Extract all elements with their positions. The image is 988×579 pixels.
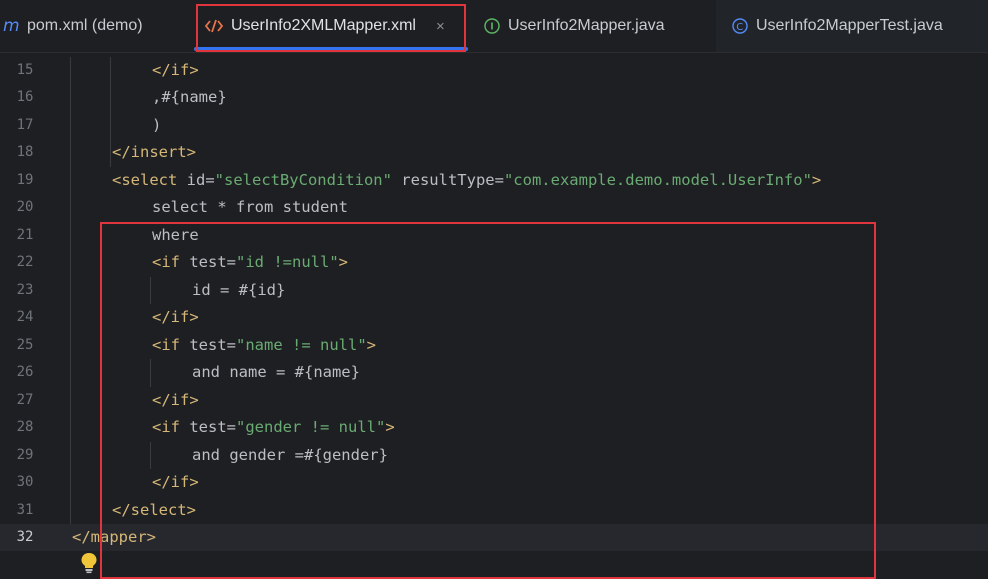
- svg-text:C: C: [736, 22, 743, 33]
- code-line[interactable]: 17): [0, 112, 988, 139]
- code-token: select * from student: [152, 198, 348, 216]
- interface-i-icon: [483, 17, 501, 35]
- code-line[interactable]: 15 </if>: [0, 57, 988, 84]
- line-number: 27: [16, 391, 34, 408]
- line-number: 22: [16, 254, 34, 270]
- tab-label: UserInfo2MapperTest.java: [756, 17, 943, 34]
- tab-userinfo2mappertest-java[interactable]: C UserInfo2MapperTest.java: [731, 0, 943, 52]
- code-text: ,#{name}: [152, 84, 227, 111]
- code-token: "selectByCondition": [214, 170, 392, 189]
- indent-guide: [150, 359, 151, 387]
- tab-pom-xml[interactable]: m pom.xml (demo): [2, 0, 143, 52]
- code-token: </insert>: [112, 143, 196, 161]
- code-token: </if>: [152, 60, 199, 79]
- line-number: 24: [16, 309, 34, 325]
- line-number: 21: [16, 226, 34, 243]
- highlight-box-tab: [196, 4, 466, 52]
- line-number: 31: [16, 501, 34, 518]
- code-token: resultType=: [391, 170, 504, 189]
- code-token: <select: [112, 170, 178, 189]
- tab-label: UserInfo2Mapper.java: [508, 17, 665, 34]
- code-text: <select id="selectByCondition" resultTyp…: [112, 167, 821, 194]
- line-number: 16: [16, 89, 34, 105]
- code-line[interactable]: 19 <select id="selectByCondition" resultT…: [0, 167, 988, 194]
- class-c-icon: C: [731, 17, 749, 35]
- indent-guide: [150, 441, 151, 469]
- code-line[interactable]: 16 ,#{name}: [0, 84, 988, 111]
- code-line[interactable]: 20 select * from student: [0, 194, 988, 221]
- line-number: 19: [16, 171, 34, 188]
- line-number: 32: [16, 529, 34, 545]
- line-number: 17: [16, 116, 34, 133]
- svg-text:m: m: [3, 17, 20, 35]
- indent-guide: [150, 276, 151, 304]
- code-text: </if>: [152, 57, 199, 84]
- line-number: 28: [16, 419, 34, 435]
- code-token: ): [152, 115, 162, 134]
- code-token: "com.example.demo.model.UserInfo": [503, 170, 812, 189]
- code-line[interactable]: 18 </insert>: [0, 139, 988, 166]
- tab-userinfo2mapper-java[interactable]: UserInfo2Mapper.java: [483, 0, 665, 52]
- indent-guide: [110, 56, 111, 167]
- code-token: >: [811, 170, 822, 189]
- code-text: ): [152, 112, 161, 139]
- line-number: 15: [16, 61, 34, 78]
- line-number: 30: [16, 474, 34, 490]
- code-text: </insert>: [112, 139, 196, 166]
- line-number: 18: [16, 144, 34, 160]
- code-token: id=: [177, 170, 215, 189]
- code-token: ,#{name}: [152, 88, 227, 106]
- code-text: select * from student: [152, 194, 348, 221]
- indent-guide: [70, 56, 71, 524]
- highlight-box-select-block: [100, 222, 876, 579]
- line-number: 29: [16, 446, 34, 463]
- tab-label: pom.xml (demo): [27, 17, 143, 34]
- line-number: 26: [16, 364, 34, 380]
- line-number: 25: [16, 336, 34, 353]
- line-number: 23: [16, 281, 34, 298]
- line-number: 20: [16, 199, 34, 215]
- maven-m-icon: m: [2, 17, 20, 35]
- code-editor[interactable]: 32 </mapper> 31 </select> 30 </if> 29 and gende…: [0, 56, 988, 579]
- editor-tab-bar: m pom.xml (demo) UserInfo2XMLMapper.xml …: [0, 0, 988, 53]
